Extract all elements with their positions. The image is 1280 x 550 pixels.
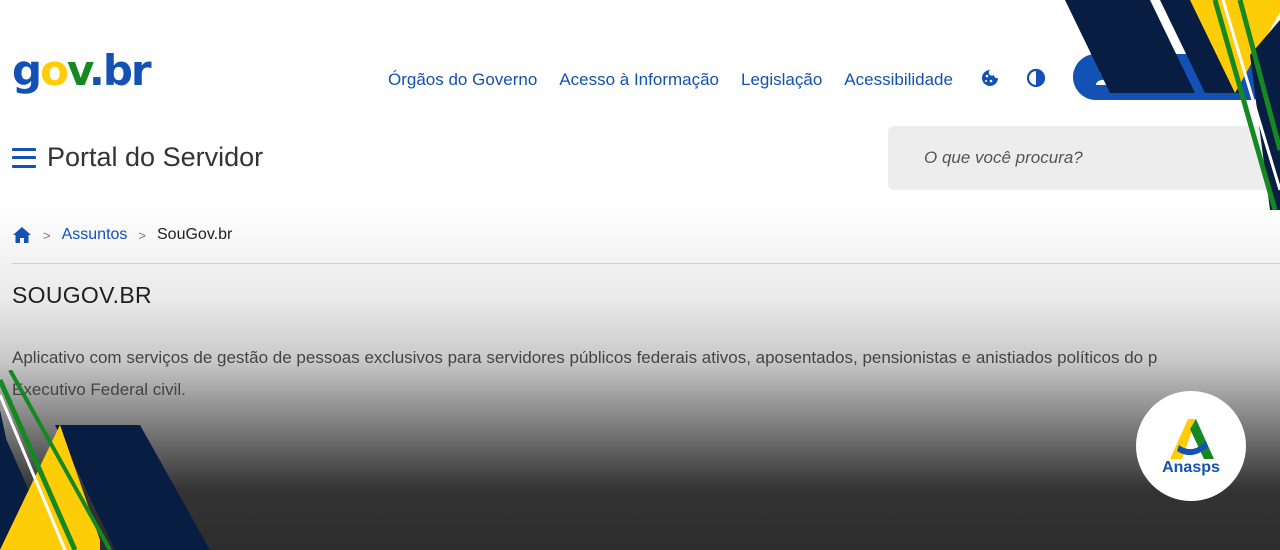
logo-letter-g: g: [12, 46, 42, 95]
logo-letter-v: v: [66, 46, 91, 95]
top-navigation: Órgãos do Governo Acesso à Informação Le…: [388, 70, 953, 90]
portal-title: Portal do Servidor: [47, 142, 264, 172]
nav-link-acesso-informacao[interactable]: Acesso à Informação: [559, 70, 719, 90]
logo-letters-br: br: [102, 46, 152, 95]
cookie-icon[interactable]: [980, 68, 1000, 88]
contrast-icon[interactable]: [1026, 68, 1046, 88]
breadcrumb-separator: >: [43, 227, 51, 243]
nav-link-orgaos[interactable]: Órgãos do Governo: [388, 70, 537, 90]
breadcrumb-item-current: SouGov.br: [157, 226, 233, 243]
portal-header: Portal do Servidor: [12, 142, 263, 173]
breadcrumb: > Assuntos > SouGov.br: [12, 226, 232, 244]
anasps-logo: Anasps: [1136, 391, 1246, 501]
page: gov.br Órgãos do Governo Acesso à Inform…: [0, 0, 1280, 550]
logo-letter-o: o: [40, 46, 69, 95]
bottom-left-decoration: [0, 370, 210, 550]
govbr-logo[interactable]: gov.br: [12, 50, 152, 92]
anasps-name: Anasps: [1162, 459, 1220, 476]
top-right-decoration: [1065, 0, 1280, 210]
logo-dot: .: [88, 46, 105, 95]
nav-link-acessibilidade[interactable]: Acessibilidade: [844, 70, 953, 90]
breadcrumb-separator: >: [138, 227, 146, 243]
anasps-a-icon: [1170, 419, 1214, 459]
page-title: SOUGOV.BR: [12, 282, 152, 308]
home-icon[interactable]: [12, 226, 32, 244]
divider: [12, 263, 1280, 264]
nav-link-legislacao[interactable]: Legislação: [741, 70, 822, 90]
breadcrumb-item-assuntos[interactable]: Assuntos: [62, 226, 128, 244]
menu-icon[interactable]: [12, 147, 36, 168]
